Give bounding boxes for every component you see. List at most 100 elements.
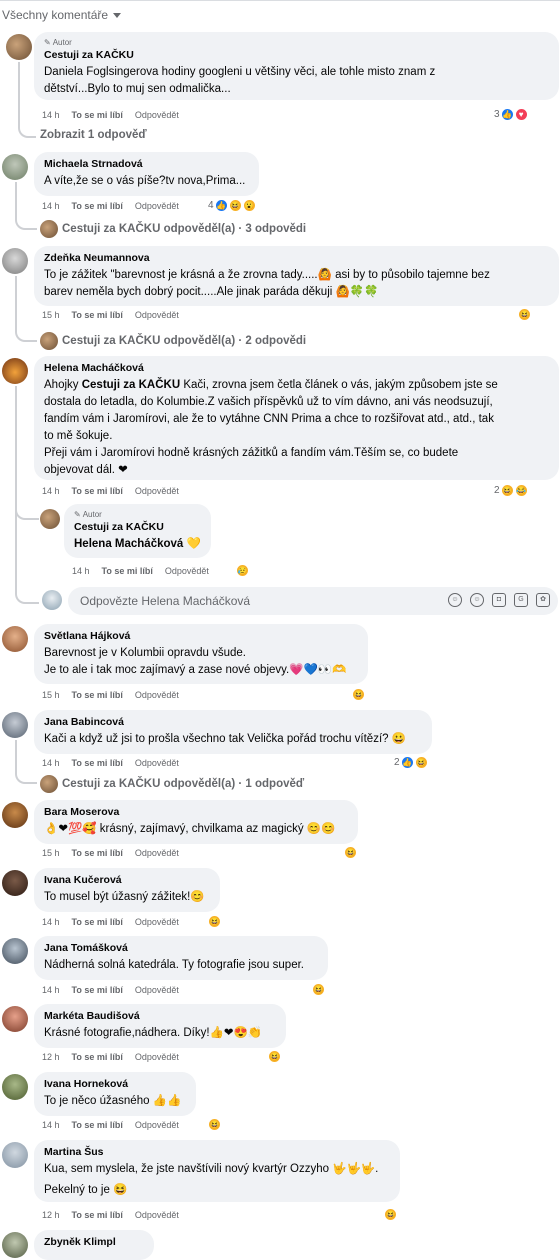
comment-author[interactable]: Helena Macháčková (44, 362, 549, 374)
reply-author[interactable]: Cestuji za KAČKU (74, 521, 201, 533)
comment-author[interactable]: Světlana Hájková (44, 630, 358, 642)
reply-button[interactable]: Odpovědět (135, 848, 179, 858)
like-button[interactable]: To se mi líbí (72, 690, 123, 700)
reply-button[interactable]: Odpovědět (135, 985, 179, 995)
reply-input[interactable]: Odpovězte Helena Macháčková ☺ ☺ ◘ G ✿ (68, 587, 558, 615)
avatar[interactable] (2, 154, 28, 180)
avatar[interactable] (2, 248, 28, 274)
comment-text: Daniela Foglsingerova hodiny googleni u … (44, 64, 549, 98)
avatar[interactable] (2, 626, 28, 652)
avatar[interactable] (2, 870, 28, 896)
comment-author[interactable]: Martina Šus (44, 1146, 390, 1158)
avatar[interactable] (2, 1006, 28, 1032)
avatar[interactable] (2, 358, 28, 384)
comment-word: Kači, zrovna jsem četla článek o vás, ja… (183, 379, 498, 391)
like-button[interactable]: To se mi líbí (72, 758, 123, 768)
avatar-sticker-icon[interactable]: ☺ (448, 593, 462, 607)
comment-author[interactable]: Michaela Strnadová (44, 158, 249, 170)
comment-author[interactable]: Zdeňka Neumannova (44, 252, 549, 264)
reaction-summary[interactable]: 😆 (352, 688, 365, 701)
reply-button[interactable]: Odpovědět (135, 1120, 179, 1130)
reply-button[interactable]: Odpovědět (165, 566, 209, 576)
timestamp[interactable]: 12 h (42, 1210, 60, 1220)
view-replies-link[interactable]: Cestuji za KAČKU odpověděl(a) · 2 odpově… (40, 332, 306, 350)
avatar[interactable] (2, 1232, 28, 1258)
timestamp[interactable]: 14 h (42, 110, 60, 120)
comment-author[interactable]: Cestuji za KAČKU (44, 49, 549, 61)
reaction-summary[interactable]: 2 😆 😂 (494, 484, 528, 497)
emoji-icon[interactable]: ☺ (470, 593, 484, 607)
comment-author[interactable]: Markéta Baudišová (44, 1010, 276, 1022)
avatar[interactable] (2, 712, 28, 738)
like-button[interactable]: To se mi líbí (102, 566, 153, 576)
timestamp[interactable]: 15 h (42, 310, 60, 320)
timestamp[interactable]: 14 h (42, 985, 60, 995)
like-button[interactable]: To se mi líbí (72, 985, 123, 995)
comment-line: to mě šokuje. (44, 430, 113, 442)
comment-author[interactable]: Zbyněk Klimpl (44, 1236, 144, 1248)
comment-bubble: Zdeňka Neumannova To je zážitek "barevno… (34, 246, 559, 306)
like-button[interactable]: To se mi líbí (72, 848, 123, 858)
reaction-summary[interactable]: 2 👍 😆 (394, 756, 428, 769)
timestamp[interactable]: 15 h (42, 690, 60, 700)
like-button[interactable]: To se mi líbí (72, 310, 123, 320)
timestamp[interactable]: 15 h (42, 848, 60, 858)
comment-author[interactable]: Ivana Kučerová (44, 874, 210, 886)
show-replies-link[interactable]: Zobrazit 1 odpověď (40, 129, 147, 141)
reaction-summary[interactable]: 😆 (208, 1118, 221, 1131)
reaction-summary[interactable]: 😆 (384, 1208, 397, 1221)
reaction-summary[interactable]: 4 👍 😆 😮 (208, 199, 256, 212)
like-reaction-icon: 👍 (214, 199, 228, 212)
reply-button[interactable]: Odpovědět (135, 690, 179, 700)
timestamp[interactable]: 14 h (42, 486, 60, 496)
reply-button[interactable]: Odpovědět (135, 201, 179, 211)
camera-icon[interactable]: ◘ (492, 593, 506, 607)
reply-button[interactable]: Odpovědět (135, 310, 179, 320)
like-button[interactable]: To se mi líbí (72, 110, 123, 120)
comment-sort-dropdown[interactable]: Všechny komentáře (2, 8, 122, 22)
timestamp[interactable]: 14 h (42, 1120, 60, 1130)
like-button[interactable]: To se mi líbí (72, 917, 123, 927)
reaction-summary[interactable]: 😆 (208, 915, 221, 928)
comment-author[interactable]: Bara Moserova (44, 806, 348, 818)
reply-button[interactable]: Odpovědět (135, 1210, 179, 1220)
timestamp[interactable]: 14 h (42, 917, 60, 927)
avatar[interactable] (2, 938, 28, 964)
timestamp[interactable]: 14 h (42, 201, 60, 211)
view-replies-link[interactable]: Cestuji za KAČKU odpověděl(a) · 1 odpově… (40, 775, 304, 793)
comment-author[interactable]: Jana Babincová (44, 716, 422, 728)
comment-author[interactable]: Jana Tomášková (44, 942, 318, 954)
avatar[interactable] (40, 509, 60, 529)
reaction-summary[interactable]: 😆 (344, 846, 357, 859)
like-button[interactable]: To se mi líbí (72, 486, 123, 496)
avatar[interactable] (2, 1142, 28, 1168)
avatar[interactable] (2, 802, 28, 828)
avatar[interactable] (6, 34, 32, 60)
timestamp[interactable]: 12 h (42, 1052, 60, 1062)
reaction-summary[interactable]: 3 👍 ♥ (494, 108, 528, 121)
reply-button[interactable]: Odpovědět (135, 1052, 179, 1062)
comment-text: 👌❤💯🥰 krásný, zajímavý, chvilkama az magi… (44, 823, 336, 835)
reply-button[interactable]: Odpovědět (135, 486, 179, 496)
reaction-summary[interactable]: 😆 (268, 1050, 281, 1063)
reaction-summary[interactable]: 😥 (236, 564, 249, 577)
reply-button[interactable]: Odpovědět (135, 110, 179, 120)
sticker-icon[interactable]: ✿ (536, 593, 550, 607)
gif-icon[interactable]: G (514, 593, 528, 607)
like-button[interactable]: To se mi líbí (72, 201, 123, 211)
comment-author[interactable]: Ivana Horneková (44, 1078, 186, 1090)
view-replies-link[interactable]: Cestuji za KAČKU odpověděl(a) · 3 odpově… (40, 220, 306, 238)
reaction-summary[interactable]: 😆 (312, 983, 325, 996)
comment-bubble: Helena Macháčková Ahojky Cestuji za KAČK… (34, 356, 559, 480)
reply-button[interactable]: Odpovědět (135, 917, 179, 927)
reply-button[interactable]: Odpovědět (135, 758, 179, 768)
current-user-avatar[interactable] (42, 590, 62, 610)
reaction-summary[interactable]: 😆 (518, 308, 531, 321)
like-button[interactable]: To se mi líbí (72, 1052, 123, 1062)
timestamp[interactable]: 14 h (72, 566, 90, 576)
like-button[interactable]: To se mi líbí (72, 1120, 123, 1130)
timestamp[interactable]: 14 h (42, 758, 60, 768)
like-button[interactable]: To se mi líbí (72, 1210, 123, 1220)
avatar[interactable] (2, 1074, 28, 1100)
mention-link[interactable]: Cestuji za KAČKU (82, 379, 180, 391)
